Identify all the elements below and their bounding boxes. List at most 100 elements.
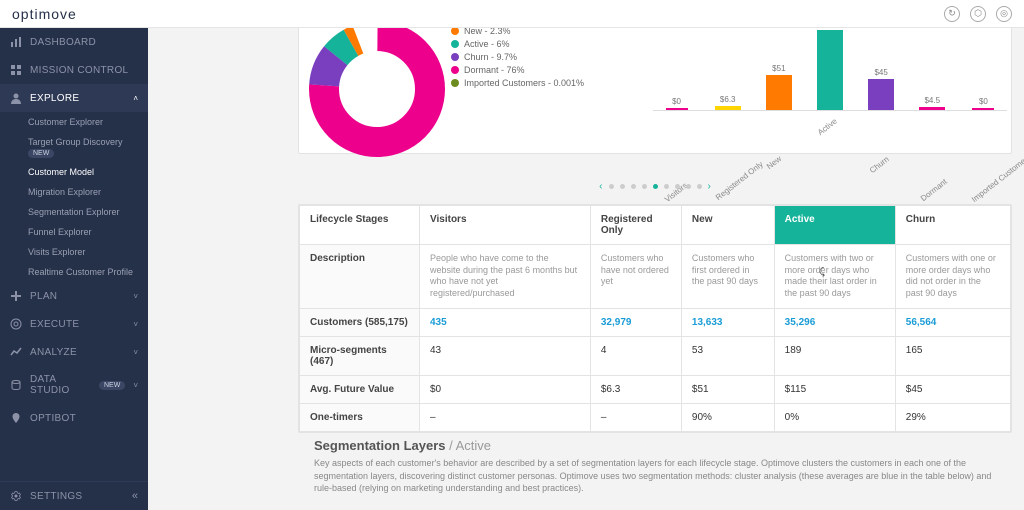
- sidebar-item-execute[interactable]: Execute˅: [0, 310, 148, 338]
- pager-prev[interactable]: ‹: [599, 181, 602, 192]
- sidebar-item-data-studio[interactable]: Data StudioNEW˅: [0, 366, 148, 404]
- db-icon: [10, 379, 22, 391]
- pager-dot[interactable]: [609, 184, 614, 189]
- plus-icon: [10, 290, 22, 302]
- cell: Customers with two or more order days wh…: [774, 245, 895, 309]
- row-label: Micro-segments (467): [300, 336, 420, 375]
- bar-col: $0Visitors: [657, 97, 696, 110]
- col-header[interactable]: Lifecycle Stages: [300, 206, 420, 245]
- topbar: optimove ↻ ⬡ ◎: [0, 0, 1024, 28]
- sidebar-item-mission-control[interactable]: Mission Control: [0, 56, 148, 84]
- sidebar-sub-realtime-customer-profile[interactable]: Realtime Customer Profile: [0, 262, 148, 282]
- legend-row: Active - 6%: [451, 39, 641, 49]
- pager-dot[interactable]: [620, 184, 625, 189]
- bars-icon: [10, 36, 22, 48]
- sidebar-sub-visits-explorer[interactable]: Visits Explorer: [0, 242, 148, 262]
- sidebar-item-analyze[interactable]: Analyze˅: [0, 338, 148, 366]
- legend-dot: [451, 40, 459, 48]
- legend-row: Churn - 9.7%: [451, 52, 641, 62]
- chevron-down-icon: ˅: [133, 348, 138, 357]
- help-icon[interactable]: ◎: [996, 6, 1012, 22]
- cell: 43: [420, 336, 591, 375]
- sidebar-sub-target-group-discovery[interactable]: Target Group Discovery NEW: [0, 132, 148, 162]
- cell: 435: [420, 308, 591, 336]
- topbar-actions: ↻ ⬡ ◎: [944, 6, 1012, 22]
- new-badge: NEW: [28, 149, 54, 158]
- cell: $45: [895, 375, 1010, 403]
- cell: 165: [895, 336, 1010, 375]
- pager-dot[interactable]: [631, 184, 636, 189]
- cell: Customers who have not ordered yet: [590, 245, 681, 309]
- row-label: Customers (585,175): [300, 308, 420, 336]
- chevron-down-icon: ˅: [133, 320, 138, 329]
- collapse-icon[interactable]: «: [132, 490, 138, 502]
- cell: 56,564: [895, 308, 1010, 336]
- sidebar-item-optibot[interactable]: Optibot: [0, 404, 148, 432]
- pager-dot[interactable]: [686, 184, 691, 189]
- pager-dot[interactable]: [664, 184, 669, 189]
- pager-dot[interactable]: [675, 184, 680, 189]
- sidebar-sub-funnel-explorer[interactable]: Funnel Explorer: [0, 222, 148, 242]
- col-header[interactable]: Churn: [895, 206, 1010, 245]
- row-label: Avg. Future Value: [300, 375, 420, 403]
- bar-col: $51New: [759, 64, 798, 110]
- legend-row: Dormant - 76%: [451, 65, 641, 75]
- sidebar-item-explore[interactable]: Explore˄: [0, 84, 148, 112]
- chevron-down-icon: ˅: [133, 292, 138, 301]
- pager-dot[interactable]: [642, 184, 647, 189]
- legend-dot: [451, 53, 459, 61]
- sidebar-item-plan[interactable]: Plan˅: [0, 282, 148, 310]
- chevron-down-icon: ˅: [133, 381, 138, 390]
- user-icon: [10, 92, 22, 104]
- bar-col: $4.5Dormant: [913, 96, 952, 110]
- pager-next[interactable]: ›: [708, 181, 711, 192]
- bar-col: $6.3Registered Only: [708, 95, 747, 110]
- cell: People who have come to the website duri…: [420, 245, 591, 309]
- sidebar-item-dashboard[interactable]: Dashboard: [0, 28, 148, 56]
- col-header[interactable]: New: [681, 206, 774, 245]
- cell: 53: [681, 336, 774, 375]
- legend-dot: [451, 28, 459, 35]
- cell: 32,979: [590, 308, 681, 336]
- sidebar-footer: Settings «: [0, 481, 148, 510]
- academy-icon[interactable]: ⬡: [970, 6, 986, 22]
- col-header[interactable]: Visitors: [420, 206, 591, 245]
- sidebar-sub-customer-explorer[interactable]: Customer Explorer: [0, 112, 148, 132]
- logo: optimove: [12, 6, 77, 22]
- chevron-up-icon: ˄: [133, 94, 138, 103]
- cell: $6.3: [590, 375, 681, 403]
- table-row: Customers (585,175)43532,97913,63335,296…: [300, 308, 1011, 336]
- legend-dot: [451, 66, 459, 74]
- new-badge: NEW: [99, 381, 125, 390]
- main: New - 2.3% Active - 6% Churn - 9.7% Dormant…: [148, 28, 1024, 510]
- refresh-icon[interactable]: ↻: [944, 6, 960, 22]
- col-header[interactable]: Active: [774, 206, 895, 245]
- bar-col: Active: [810, 30, 849, 110]
- sidebar-sub-migration-explorer[interactable]: Migration Explorer: [0, 182, 148, 202]
- legend-dot: [451, 79, 459, 87]
- row-label: Description: [300, 245, 420, 309]
- pager-dot[interactable]: [697, 184, 702, 189]
- col-header[interactable]: Registered Only: [590, 206, 681, 245]
- pin-icon: [10, 412, 22, 424]
- sidebar-sub-segmentation-explorer[interactable]: Segmentation Explorer: [0, 202, 148, 222]
- sidebar-sub-customer-model[interactable]: Customer Model: [0, 162, 148, 182]
- segmentation-section: Segmentation Layers / Active Key aspects…: [298, 428, 1012, 505]
- settings-label[interactable]: Settings: [30, 491, 82, 502]
- chart-icon: [10, 346, 22, 358]
- legend-row: Imported Customers - 0.001%: [451, 78, 641, 88]
- top-charts-card: New - 2.3% Active - 6% Churn - 9.7% Dormant…: [298, 28, 1012, 154]
- cursor-icon: ⤹: [819, 267, 825, 278]
- cell: 4: [590, 336, 681, 375]
- table-row: DescriptionPeople who have come to the w…: [300, 245, 1011, 309]
- sidebar: DashboardMission ControlExplore˄Customer…: [0, 28, 148, 510]
- table-row: Micro-segments (467)43453189165: [300, 336, 1011, 375]
- pager-dot[interactable]: [653, 184, 658, 189]
- legend-row: New - 2.3%: [451, 28, 641, 36]
- cell: 13,633: [681, 308, 774, 336]
- cell: Customers who first ordered in the past …: [681, 245, 774, 309]
- segmentation-title: Segmentation Layers / Active: [314, 438, 996, 453]
- gear-icon: [10, 318, 22, 330]
- gear-icon: [10, 490, 22, 502]
- cell: $51: [681, 375, 774, 403]
